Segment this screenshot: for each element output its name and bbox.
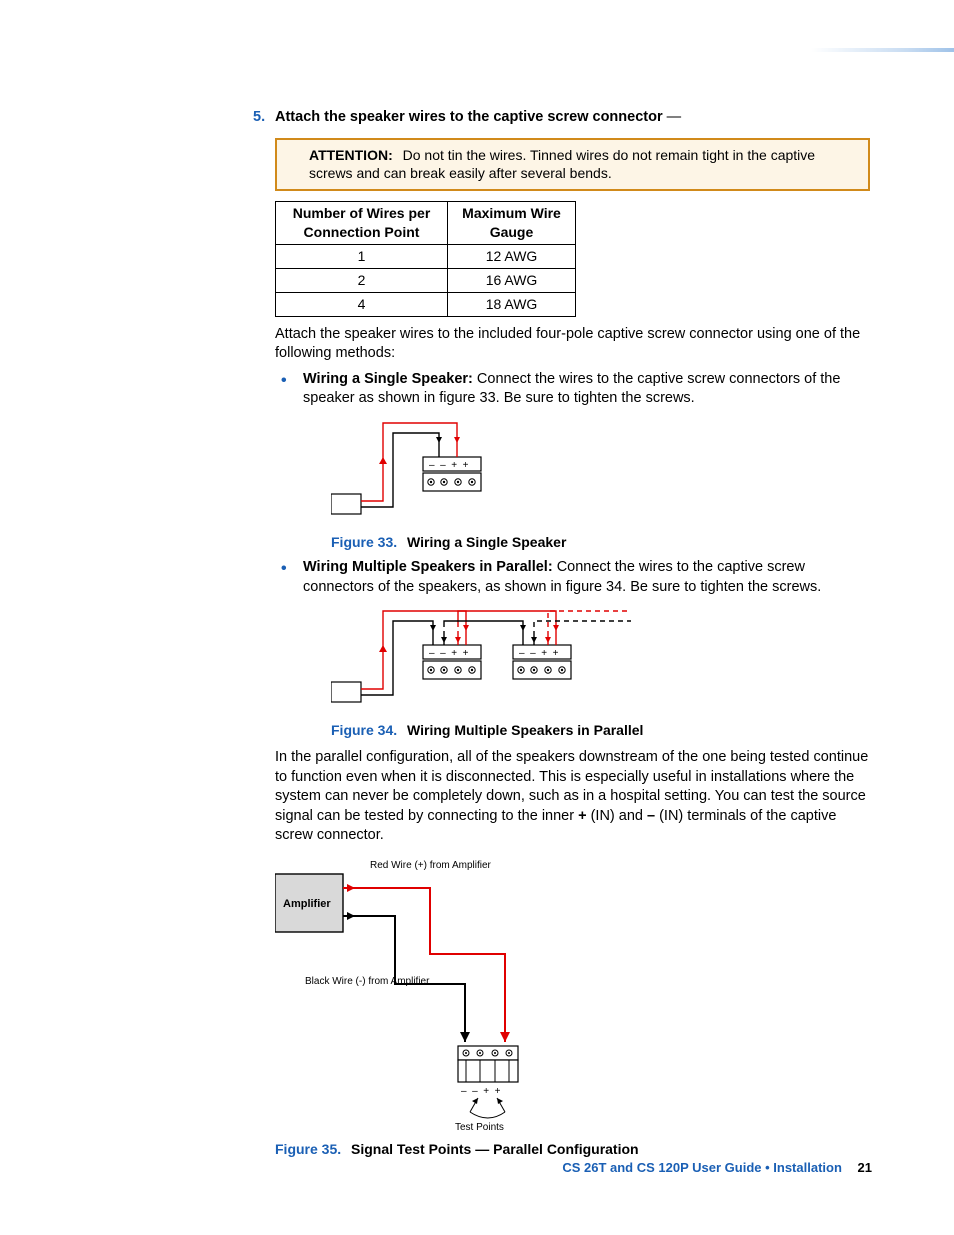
fig34-title: Wiring Multiple Speakers in Parallel xyxy=(407,722,643,738)
table-row: 2 16 AWG xyxy=(276,269,576,293)
attention-callout: ATTENTION: Do not tin the wires. Tinned … xyxy=(275,138,870,192)
fig33-caption: Figure 33. Wiring a Single Speaker xyxy=(331,533,870,552)
fig35-diagram: Amplifier Red Wire (+) from Amplifier Bl… xyxy=(275,854,575,1134)
footer-page: 21 xyxy=(858,1160,872,1175)
fig33-label: Figure 33. xyxy=(331,534,397,550)
figure-34: – – + + xyxy=(331,605,870,740)
step-5: 5. Attach the speaker wires to the capti… xyxy=(275,108,870,317)
table-cell: 1 xyxy=(276,245,448,269)
bullet-label: Wiring a Single Speaker: xyxy=(303,371,473,387)
para2-b2: – xyxy=(647,808,655,824)
bullet-single-speaker: Wiring a Single Speaker: Connect the wir… xyxy=(275,370,870,552)
para2-t2: (IN) and xyxy=(587,808,647,824)
table-header-row: Number of Wires per Connection Point Max… xyxy=(276,202,576,245)
fig33-title: Wiring a Single Speaker xyxy=(407,534,566,550)
black-wire-label: Black Wire (-) from Amplifier xyxy=(305,976,430,987)
top-gradient-bar xyxy=(0,48,954,52)
red-wire-label: Red Wire (+) from Amplifier xyxy=(370,860,492,871)
table-cell: 4 xyxy=(276,292,448,316)
fig33-diagram: – – + + xyxy=(331,417,501,527)
step-dash: — xyxy=(667,109,682,125)
table-cell: 12 AWG xyxy=(448,245,576,269)
amplifier-label: Amplifier xyxy=(283,898,331,910)
wire-gauge-table: Number of Wires per Connection Point Max… xyxy=(275,201,576,316)
fig35-caption: Figure 35. Signal Test Points — Parallel… xyxy=(275,1140,870,1159)
bullet-label: Wiring Multiple Speakers in Parallel: xyxy=(303,559,553,575)
page-footer: CS 26T and CS 120P User Guide • Installa… xyxy=(562,1159,872,1177)
test-points-label: Test Points xyxy=(455,1122,504,1133)
bullet-parallel-speakers: Wiring Multiple Speakers in Parallel: Co… xyxy=(275,558,870,740)
step-title: Attach the speaker wires to the captive … xyxy=(275,109,663,125)
footer-text: CS 26T and CS 120P User Guide • Installa… xyxy=(562,1160,842,1175)
fig34-caption: Figure 34. Wiring Multiple Speakers in P… xyxy=(331,721,870,740)
fig34-label: Figure 34. xyxy=(331,722,397,738)
table-cell: 2 xyxy=(276,269,448,293)
table-row: 4 18 AWG xyxy=(276,292,576,316)
figure-35: Amplifier Red Wire (+) from Amplifier Bl… xyxy=(275,854,870,1159)
svg-text:– – + +: – – + + xyxy=(429,460,469,471)
fig35-label: Figure 35. xyxy=(275,1141,341,1157)
svg-text:– – + +: – – + + xyxy=(461,1086,501,1097)
table-header-1: Number of Wires per Connection Point xyxy=(276,202,448,245)
attention-label: ATTENTION: xyxy=(309,147,393,163)
svg-text:– – + +: – – + + xyxy=(429,648,469,659)
table-cell: 16 AWG xyxy=(448,269,576,293)
fig34-diagram: – – + + xyxy=(331,605,671,715)
paragraph-parallel-info: In the parallel configuration, all of th… xyxy=(275,748,870,846)
step-number: 5. xyxy=(253,108,265,128)
table-cell: 18 AWG xyxy=(448,292,576,316)
paragraph-methods: Attach the speaker wires to the included… xyxy=(275,325,870,364)
table-header-2: Maximum Wire Gauge xyxy=(448,202,576,245)
figure-33: – – + + Figure 33. Wiring a Single Speak… xyxy=(331,417,870,552)
fig35-title: Signal Test Points — Parallel Configurat… xyxy=(351,1141,639,1157)
svg-text:– – + +: – – + + xyxy=(519,648,559,659)
page-content: 5. Attach the speaker wires to the capti… xyxy=(275,108,870,1159)
para2-b1: + xyxy=(578,808,586,824)
table-row: 1 12 AWG xyxy=(276,245,576,269)
